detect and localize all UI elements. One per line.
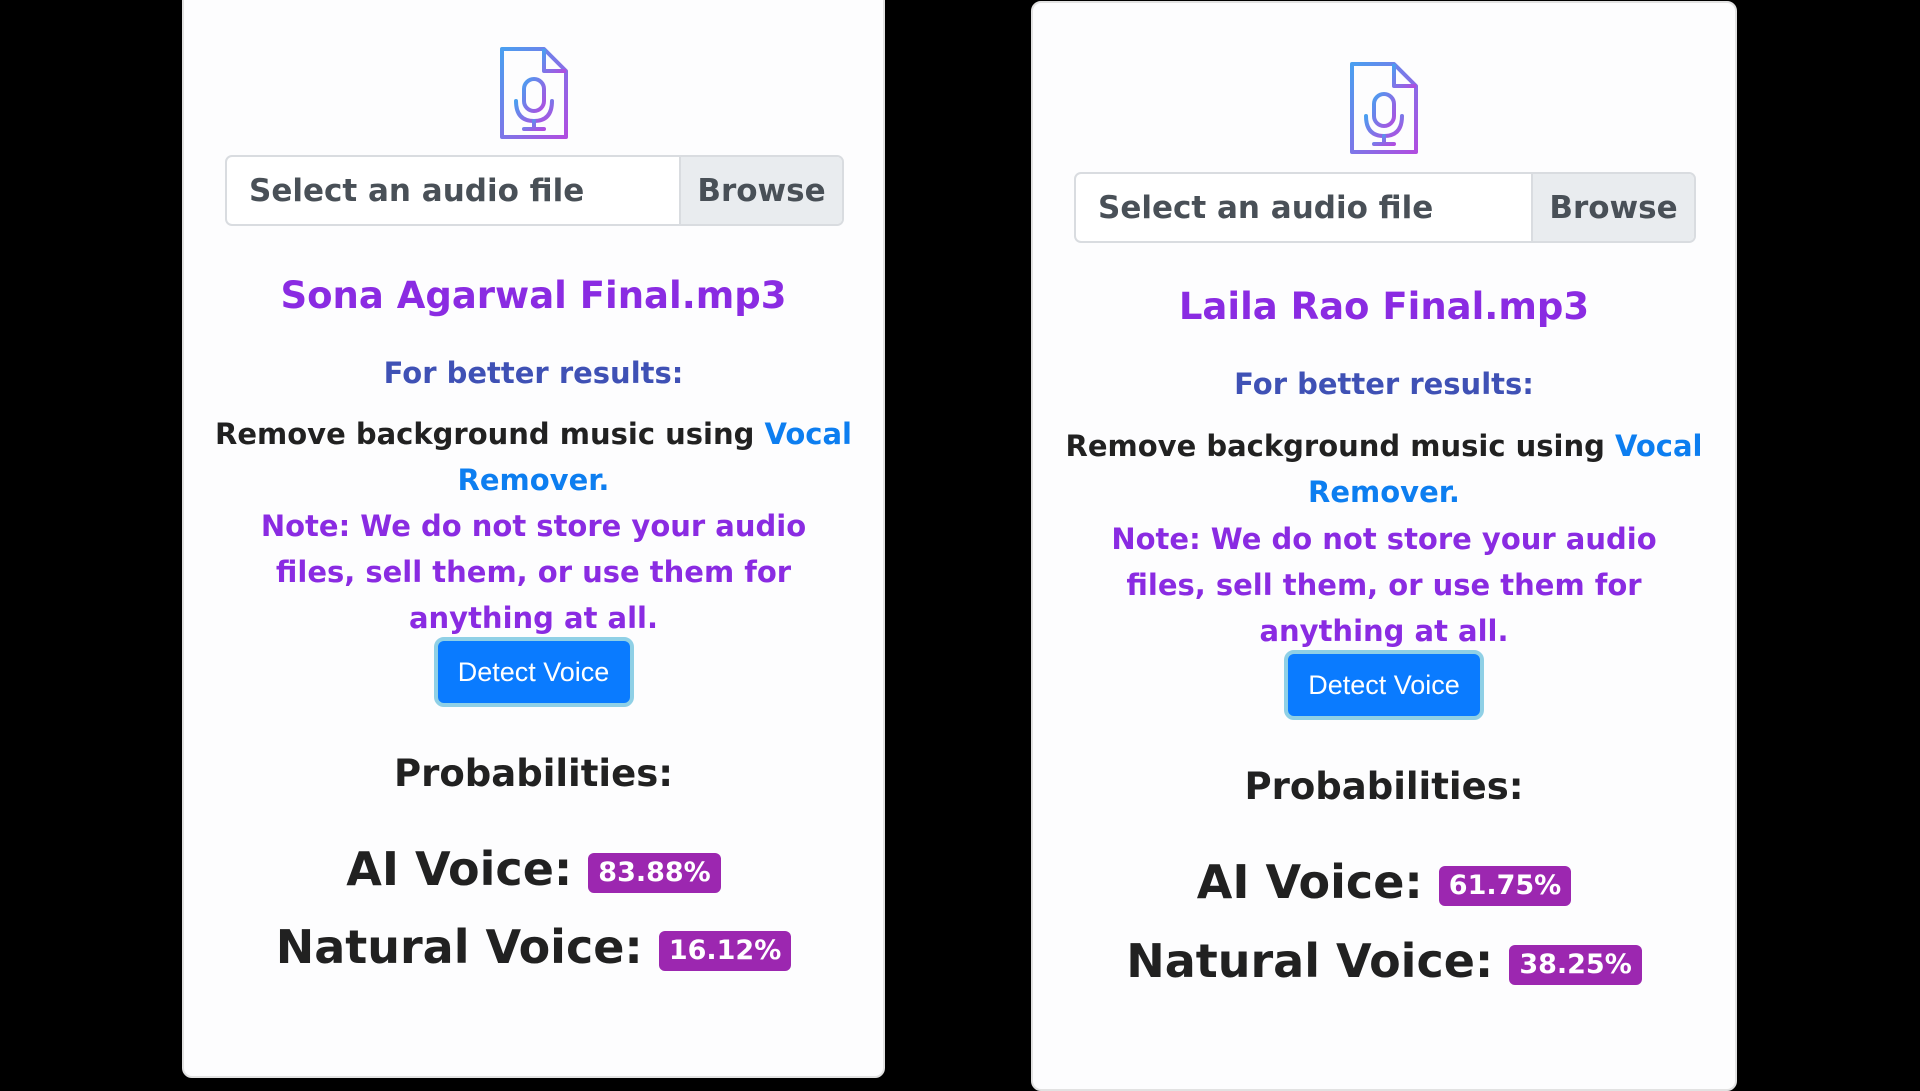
file-input-placeholder[interactable]: Select an audio file: [1076, 174, 1531, 241]
ai-voice-badge: 61.75%: [1438, 866, 1572, 906]
privacy-note: Note: We do not store your audio files, …: [1111, 522, 1657, 648]
privacy-note: Note: We do not store your audio files, …: [260, 509, 807, 635]
audio-file-microphone-icon: [498, 45, 570, 141]
natural-voice-badge: 16.12%: [658, 931, 792, 971]
natural-voice-result: Natural Voice: 16.12%: [184, 920, 883, 974]
better-results-heading: For better results:: [383, 356, 684, 390]
selected-filename: Sona Agarwal Final.mp3: [280, 274, 787, 317]
file-input-placeholder[interactable]: Select an audio file: [227, 157, 679, 224]
better-results-heading: For better results:: [1234, 367, 1534, 401]
ai-voice-label: AI Voice:: [1196, 855, 1423, 909]
audio-file-microphone-icon: [1348, 60, 1420, 156]
natural-voice-badge: 38.25%: [1509, 945, 1642, 985]
remove-music-text: Remove background music using: [215, 417, 765, 451]
ai-voice-result: AI Voice: 61.75%: [1033, 855, 1735, 909]
voice-detector-panel-right: Select an audio file Browse Laila Rao Fi…: [1031, 1, 1737, 1091]
ai-voice-result: AI Voice: 83.88%: [184, 842, 883, 896]
remove-music-tip: Remove background music using Vocal Remo…: [184, 411, 883, 503]
natural-voice-label: Natural Voice:: [275, 920, 643, 974]
probabilities-heading: Probabilities:: [393, 752, 674, 795]
detect-voice-button[interactable]: Detect Voice: [1284, 650, 1484, 720]
natural-voice-label: Natural Voice:: [1126, 934, 1494, 988]
probabilities-heading: Probabilities:: [1244, 765, 1524, 808]
remove-music-tip: Remove background music using Vocal Remo…: [1033, 423, 1735, 515]
audio-file-input[interactable]: Select an audio file Browse: [225, 155, 844, 226]
browse-button[interactable]: Browse: [1531, 174, 1694, 241]
ai-voice-badge: 83.88%: [588, 853, 721, 893]
voice-detector-panel-left: Select an audio file Browse Sona Agarwal…: [182, 0, 885, 1078]
remove-music-text: Remove background music using: [1065, 429, 1615, 463]
audio-file-input[interactable]: Select an audio file Browse: [1074, 172, 1696, 243]
detect-voice-button[interactable]: Detect Voice: [433, 637, 634, 707]
browse-button[interactable]: Browse: [679, 157, 842, 224]
selected-filename: Laila Rao Final.mp3: [1178, 285, 1590, 328]
natural-voice-result: Natural Voice: 38.25%: [1033, 934, 1735, 988]
ai-voice-label: AI Voice:: [346, 842, 573, 896]
